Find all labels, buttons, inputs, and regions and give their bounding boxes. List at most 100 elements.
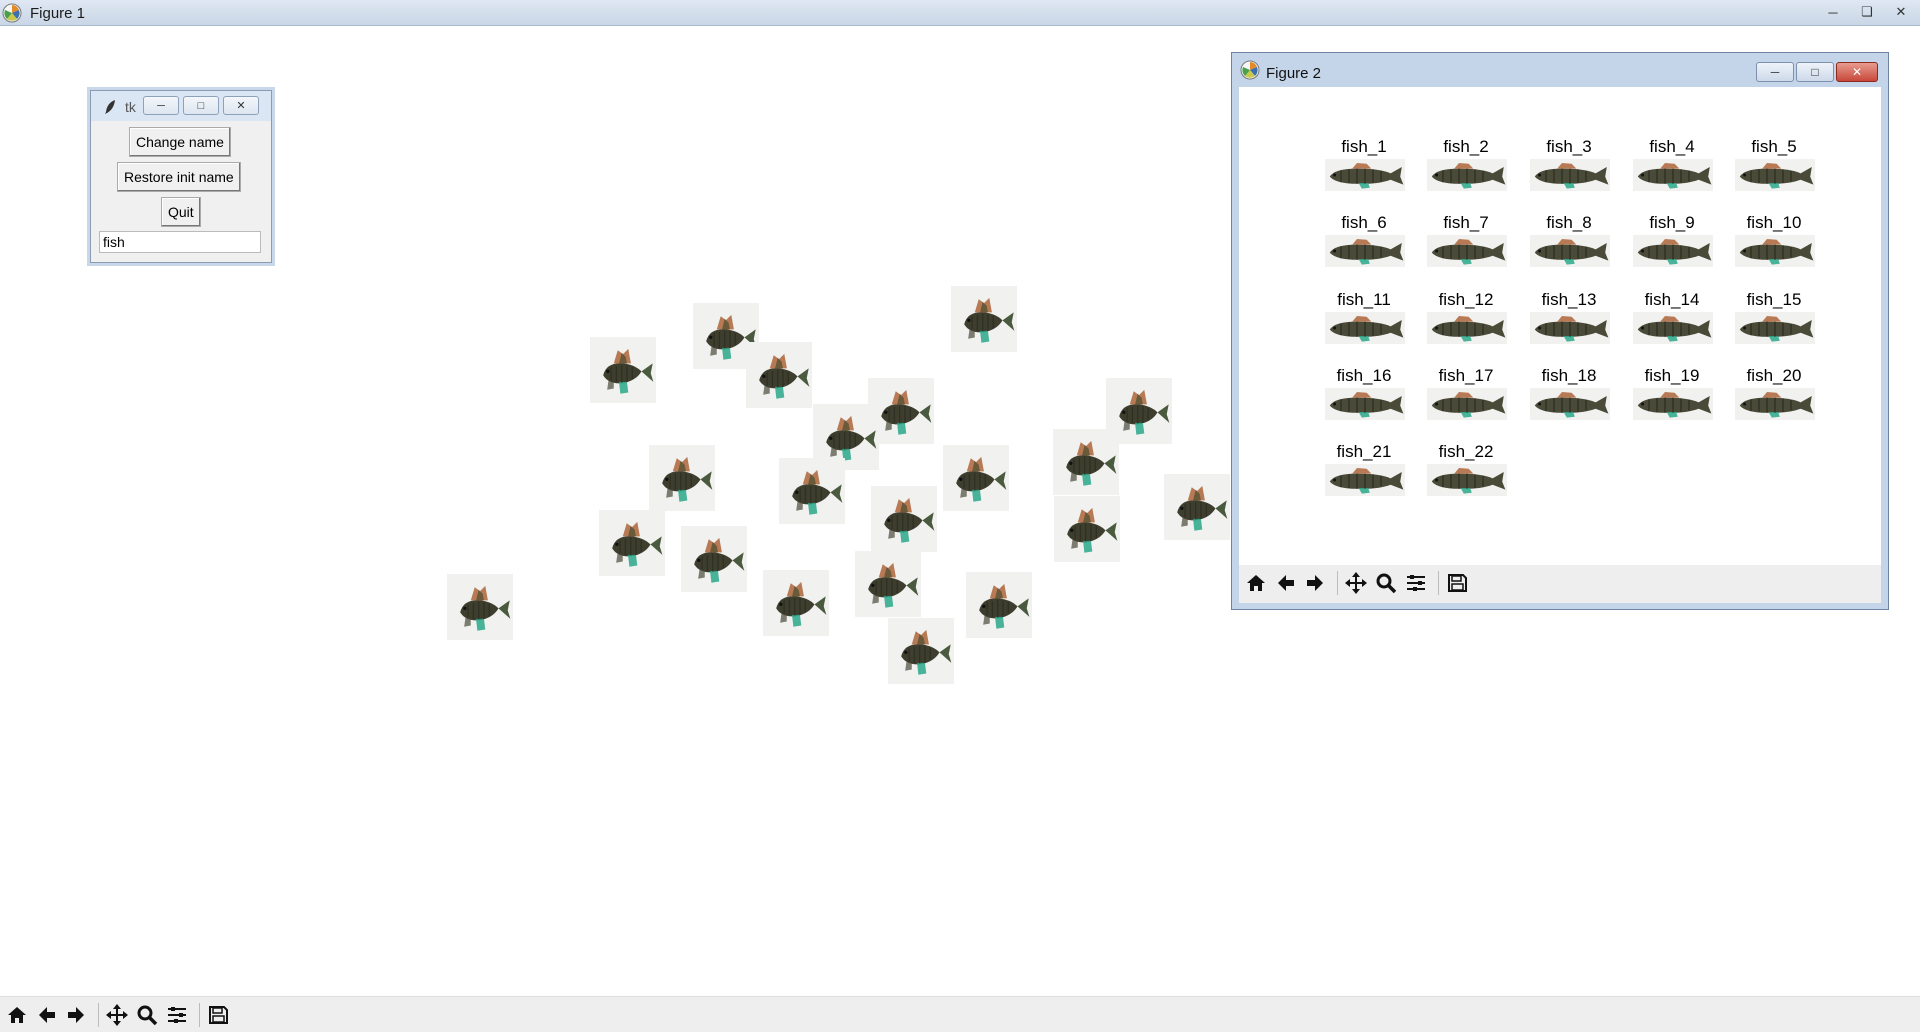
fish-thumbnail: fish_4: [1627, 137, 1717, 201]
close-icon[interactable]: ✕: [1886, 2, 1916, 22]
forward-icon[interactable]: [62, 1001, 90, 1029]
subplots-icon[interactable]: [1402, 569, 1430, 597]
fish-image[interactable]: [1425, 312, 1509, 344]
fish-label: fish_14: [1644, 290, 1700, 309]
fish-thumbnail: fish_5: [1729, 137, 1819, 201]
fish-label: fish_20: [1746, 366, 1802, 385]
fish-image[interactable]: [1733, 312, 1817, 344]
fish-thumbnail: fish_16: [1319, 366, 1409, 430]
fish-image[interactable]: [681, 526, 747, 592]
name-entry[interactable]: [99, 231, 261, 253]
fish-image[interactable]: [855, 551, 921, 617]
fish-image[interactable]: [1425, 388, 1509, 420]
fish-label: fish_12: [1438, 290, 1494, 309]
fish-image[interactable]: [1733, 159, 1817, 191]
zoom-icon[interactable]: [133, 1001, 161, 1029]
fish-thumbnail: fish_21: [1319, 442, 1409, 506]
fish-thumbnail: fish_8: [1524, 213, 1614, 277]
restore-init-name-button[interactable]: Restore init name: [117, 162, 241, 192]
pan-icon[interactable]: [103, 1001, 131, 1029]
figure2-title: Figure 2: [1266, 65, 1322, 82]
fish-image[interactable]: [888, 618, 954, 684]
fish-label: fish_4: [1649, 137, 1695, 156]
tk-title-bar[interactable]: tk ─ □ ✕: [91, 91, 271, 121]
fish-thumbnail: fish_2: [1421, 137, 1511, 201]
fish-thumbnail: fish_20: [1729, 366, 1819, 430]
restore-icon[interactable]: ❏: [1852, 2, 1882, 22]
fish-image[interactable]: [1528, 388, 1612, 420]
fish-image[interactable]: [1631, 159, 1715, 191]
fish-image[interactable]: [1528, 235, 1612, 267]
home-icon[interactable]: [1242, 569, 1270, 597]
fish-image[interactable]: [951, 286, 1017, 352]
home-icon[interactable]: [3, 1001, 31, 1029]
fish-label: fish_2: [1443, 137, 1489, 156]
back-icon[interactable]: [33, 1001, 61, 1029]
back-icon[interactable]: [1272, 569, 1300, 597]
save-icon[interactable]: [204, 1001, 232, 1029]
fish-image[interactable]: [1733, 388, 1817, 420]
figure2-title-bar[interactable]: Figure 2 ─ □ ✕: [1232, 53, 1888, 87]
save-icon[interactable]: [1443, 569, 1471, 597]
fish-image[interactable]: [1323, 159, 1407, 191]
fish-thumbnail: fish_7: [1421, 213, 1511, 277]
fish-image[interactable]: [1323, 312, 1407, 344]
quit-button[interactable]: Quit: [161, 197, 201, 227]
fish-thumbnail: fish_10: [1729, 213, 1819, 277]
fish-thumbnail: fish_18: [1524, 366, 1614, 430]
main-toolbar: [0, 996, 1920, 1032]
fish-image[interactable]: [966, 572, 1032, 638]
subplots-icon[interactable]: [163, 1001, 191, 1029]
fish-image[interactable]: [447, 574, 513, 640]
fish-image[interactable]: [599, 510, 665, 576]
close-icon[interactable]: ✕: [1836, 62, 1878, 82]
fish-label: fish_10: [1746, 213, 1802, 232]
minimize-icon[interactable]: ─: [143, 96, 179, 115]
pan-icon[interactable]: [1342, 569, 1370, 597]
fish-thumbnail: fish_15: [1729, 290, 1819, 354]
fish-image[interactable]: [871, 486, 937, 552]
fish-image[interactable]: [649, 445, 715, 511]
minimize-icon[interactable]: ─: [1818, 2, 1848, 22]
fish-image[interactable]: [1733, 235, 1817, 267]
fish-image[interactable]: [1425, 464, 1509, 496]
fish-image[interactable]: [1323, 235, 1407, 267]
fish-label: fish_11: [1337, 290, 1391, 309]
fish-label: fish_5: [1751, 137, 1797, 156]
fish-image[interactable]: [1425, 235, 1509, 267]
forward-icon[interactable]: [1301, 569, 1329, 597]
minimize-icon[interactable]: ─: [1756, 62, 1794, 82]
fish-image[interactable]: [1631, 235, 1715, 267]
fish-image[interactable]: [1053, 429, 1119, 495]
fish-image[interactable]: [1528, 312, 1612, 344]
maximize-icon[interactable]: □: [1796, 62, 1834, 82]
fish-thumbnail: fish_22: [1421, 442, 1511, 506]
main-title-bar[interactable]: Figure 1 ─ ❏ ✕: [0, 0, 1920, 26]
fish-image[interactable]: [1164, 474, 1230, 540]
fish-image[interactable]: [1323, 464, 1407, 496]
fish-image[interactable]: [1631, 388, 1715, 420]
fish-image[interactable]: [1631, 312, 1715, 344]
fish-label: fish_13: [1541, 290, 1597, 309]
maximize-icon[interactable]: □: [183, 96, 219, 115]
fish-label: fish_6: [1341, 213, 1387, 232]
zoom-icon[interactable]: [1372, 569, 1400, 597]
fish-thumbnail: fish_11: [1319, 290, 1409, 354]
fish-image[interactable]: [1323, 388, 1407, 420]
fish-thumbnail: fish_6: [1319, 213, 1409, 277]
change-name-button[interactable]: Change name: [129, 127, 231, 157]
fish-image[interactable]: [763, 570, 829, 636]
fish-thumbnail: fish_9: [1627, 213, 1717, 277]
fish-label: fish_7: [1443, 213, 1489, 232]
figure2-canvas[interactable]: fish_1 fish_2 fish_3 fish_4 fish_5 fish_…: [1239, 87, 1881, 603]
fish-label: fish_16: [1336, 366, 1392, 385]
close-icon[interactable]: ✕: [223, 96, 259, 115]
fish-label: fish_9: [1649, 213, 1695, 232]
fish-image[interactable]: [1425, 159, 1509, 191]
fish-image[interactable]: [590, 337, 656, 403]
fish-image[interactable]: [746, 342, 812, 408]
fish-image[interactable]: [943, 445, 1009, 511]
fish-image[interactable]: [1054, 496, 1120, 562]
fish-image[interactable]: [1528, 159, 1612, 191]
fish-image[interactable]: [779, 458, 845, 524]
